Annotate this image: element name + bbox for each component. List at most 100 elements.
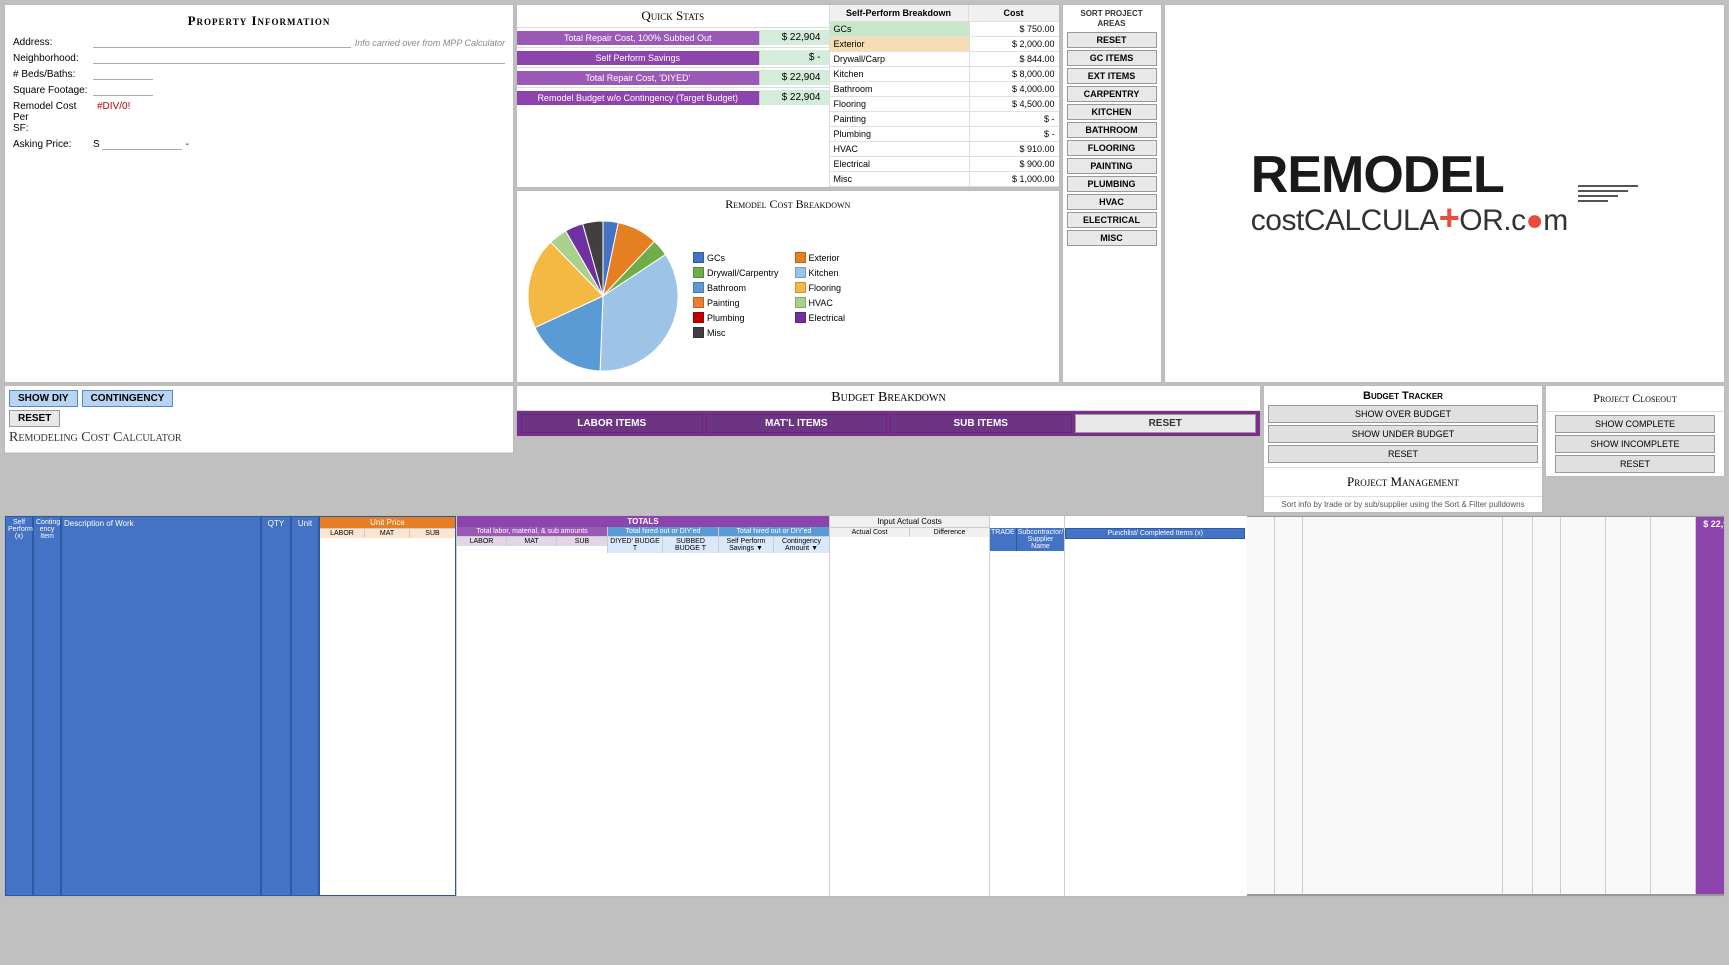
difference-col: Difference (910, 528, 989, 537)
sort-reset-button[interactable]: RESET (1067, 32, 1157, 48)
total-hired-2-header: Total hired out or DIY'ed (719, 527, 829, 537)
stats-right-label-9: Electrical (830, 157, 969, 171)
stat-row-3-value: $ 22,904 (759, 70, 829, 85)
project-closeout-title: Project Closeout (1546, 386, 1724, 412)
sqft-label: Square Footage: (13, 85, 93, 96)
remodel-cost-label2: SF: (13, 123, 93, 134)
bathroom-button[interactable]: BATHROOM (1067, 122, 1157, 138)
misc-button[interactable]: MISC (1067, 230, 1157, 246)
contingency-button[interactable]: CONTINGENCY (82, 390, 174, 407)
stats-right-header-2: Cost (969, 5, 1059, 21)
stat-row-2-value: $ - (759, 50, 829, 65)
ext-items-button[interactable]: EXT ITEMS (1067, 68, 1157, 84)
stats-right-value-1: $ 2,000.00 (969, 37, 1059, 51)
total-hired-header: Total hired out or DIY'ed (608, 527, 718, 537)
neighborhood-label: Neighborhood: (13, 53, 93, 64)
sub-items-tab[interactable]: SUB ITEMS (890, 414, 1072, 433)
remodel-logo: REMODEL costCALCULA+OR.c●m (1251, 151, 1568, 236)
hvac-button[interactable]: HVAC (1067, 194, 1157, 210)
beds-baths-input[interactable] (93, 69, 153, 80)
col-qty[interactable]: QTY (261, 516, 291, 896)
totals-unit-labor (1561, 517, 1606, 894)
closeout-reset-button[interactable]: RESET (1555, 455, 1715, 473)
budget-reset-button[interactable]: RESET (1075, 414, 1257, 433)
col-sub: SUB (410, 529, 455, 538)
show-under-budget-button[interactable]: SHOW UNDER BUDGET (1268, 425, 1538, 443)
stats-right-value-2: $ 844.00 (969, 52, 1059, 66)
stats-right-label-5: Flooring (830, 97, 969, 111)
stat-row-3-label: Total Repair Cost, 'DIYED' (517, 71, 759, 85)
stats-right-value-4: $ 4,000.00 (969, 82, 1059, 96)
sqft-input[interactable] (93, 85, 153, 96)
show-complete-button[interactable]: SHOW COMPLETE (1555, 415, 1715, 433)
total-lms-header: Total labor, material, & sub amounts (457, 527, 607, 537)
remodel-cost-value: #DIV/0! (93, 101, 130, 112)
stats-right-value-5: $ 4,500.00 (969, 97, 1059, 111)
stat-row-2-label: Self Perform Savings (517, 51, 759, 65)
col-contingency[interactable]: Conting ency Item (33, 516, 61, 896)
subbed-budget-col: SUBBED BUDGE T (663, 537, 718, 553)
stats-right-header-1: Self-Perform Breakdown (830, 5, 969, 21)
address-input[interactable] (93, 37, 351, 48)
stats-right-value-6: $ - (969, 112, 1059, 126)
tracker-reset-button[interactable]: RESET (1268, 445, 1538, 463)
stats-right-label-4: Bathroom (830, 82, 969, 96)
property-info-title: Property Information (13, 13, 505, 29)
budget-tracker-title: Budget Tracker (1268, 390, 1538, 402)
col-self-perform[interactable]: Self Perform (x) (5, 516, 33, 896)
stats-right-label-6: Painting (830, 112, 969, 126)
totals-unit-mat (1606, 517, 1651, 894)
trade-col: TRADE (990, 528, 1017, 551)
stat-row-1-value: $ 22,904 (759, 30, 829, 45)
stats-right-value-7: $ - (969, 127, 1059, 141)
asking-price-prefix: S (93, 139, 100, 150)
stats-right-label-3: Kitchen (830, 67, 969, 81)
totals-qty (1503, 517, 1533, 894)
matl-items-tab[interactable]: MAT'L ITEMS (706, 414, 888, 433)
asking-price-input[interactable] (102, 139, 182, 150)
stats-right-value-3: $ 8,000.00 (969, 67, 1059, 81)
budget-col-labor: LABOR (457, 537, 507, 546)
kitchen-button[interactable]: KITCHEN (1067, 104, 1157, 120)
show-over-budget-button[interactable]: SHOW OVER BUDGET (1268, 405, 1538, 423)
stats-right-label-10: Misc (830, 172, 969, 186)
stats-right-label-8: HVAC (830, 142, 969, 156)
electrical-button[interactable]: ELECTRICAL (1067, 212, 1157, 228)
beds-baths-label: # Beds/Baths: (13, 69, 93, 80)
subcontractor-col: Subcontractor/ Supplier Name (1017, 528, 1065, 551)
pie-chart-svg (523, 216, 683, 376)
labor-items-tab[interactable]: LABOR ITEMS (521, 414, 703, 433)
project-mgmt-title: Project Management (1264, 468, 1542, 497)
calc-reset-button[interactable]: RESET (9, 410, 60, 427)
budget-col-sub: SUB (557, 537, 607, 546)
col-labor: LABOR (320, 529, 365, 538)
stats-right-value-10: $ 1,000.00 (969, 172, 1059, 186)
tracker-input-header: Input Actual Costs (830, 516, 989, 528)
self-perform-col: Self Perform Savings ▼ (719, 537, 774, 553)
neighborhood-input[interactable] (93, 53, 505, 64)
carpentry-button[interactable]: CARPENTRY (1067, 86, 1157, 102)
col-description: Description of Work (61, 516, 261, 896)
totals-contingency (1275, 517, 1303, 894)
stat-row-4-value: $ 22,904 (759, 90, 829, 105)
col-mat: MAT (365, 529, 410, 538)
stats-right-label-0: GCs (830, 22, 969, 36)
asking-price-label: Asking Price: (13, 139, 93, 150)
show-incomplete-button[interactable]: SHOW INCOMPLETE (1555, 435, 1715, 453)
stats-right-value-0: $ 750.00 (969, 22, 1059, 36)
col-unit-price-header: Unit Price (320, 517, 455, 529)
totals-unit-sub (1651, 517, 1696, 894)
project-mgmt-hint: Sort info by trade or by sub/supplier us… (1264, 497, 1542, 512)
plumbing-button[interactable]: PLUMBING (1067, 176, 1157, 192)
painting-button[interactable]: PAINTING (1067, 158, 1157, 174)
show-diy-button[interactable]: SHOW DIY (9, 390, 78, 407)
flooring-button[interactable]: FLOORING (1067, 140, 1157, 156)
asking-price-value: - (186, 139, 189, 150)
col-unit[interactable]: Unit (291, 516, 319, 896)
stats-right-label-1: Exterior (830, 37, 969, 51)
contingency-col: Contingency Amount ▼ (774, 537, 829, 553)
gc-items-button[interactable]: GC ITEMS (1067, 50, 1157, 66)
actual-cost-col: Actual Cost (830, 528, 910, 537)
address-label: Address: (13, 37, 93, 48)
totals-unit (1533, 517, 1561, 894)
